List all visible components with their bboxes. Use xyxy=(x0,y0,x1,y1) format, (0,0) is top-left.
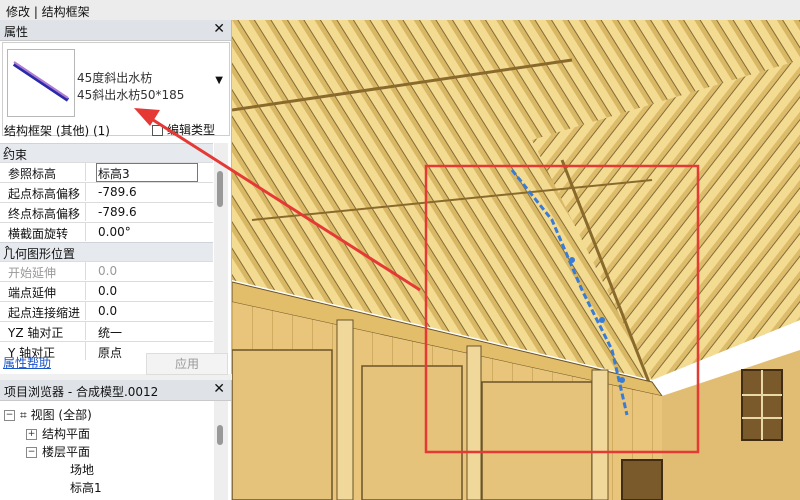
property-key: 终点标高偏移 xyxy=(0,203,86,221)
property-key: 端点延伸 xyxy=(0,282,86,300)
collapse-icon[interactable]: ⌃ xyxy=(3,146,207,157)
property-row[interactable]: 起点连接缩进 0.0 xyxy=(0,301,213,321)
tree-label: 标高1 xyxy=(70,481,102,495)
properties-header: 属性 ✕ xyxy=(0,20,231,41)
project-browser-header: 项目浏览器 - 合成模型.0012 ✕ xyxy=(0,380,231,401)
property-value[interactable]: 原点 xyxy=(98,344,122,361)
edit-type-button[interactable]: 编辑类型 xyxy=(152,121,215,138)
tree-item-views-all[interactable]: − ⌗ 视图 (全部) xyxy=(4,406,92,423)
property-row[interactable]: 端点延伸 0.0 xyxy=(0,281,213,301)
expand-icon[interactable]: + xyxy=(26,429,37,440)
property-value[interactable]: 0.0 xyxy=(98,284,117,298)
property-row[interactable]: YZ 轴对正 统一 xyxy=(0,321,213,341)
beam-preview-icon xyxy=(12,61,70,102)
property-key: 横截面旋转 xyxy=(0,223,86,241)
properties-scrollbar[interactable] xyxy=(214,143,228,375)
property-row[interactable]: 起点标高偏移 -789.6 xyxy=(0,182,213,202)
tree-item-structural-plans[interactable]: + 结构平面 xyxy=(26,425,90,442)
properties-title: 属性 xyxy=(4,25,29,39)
property-value[interactable]: 统一 xyxy=(98,324,122,341)
property-value[interactable]: -789.6 xyxy=(98,185,137,199)
browser-scrollbar[interactable] xyxy=(214,401,228,500)
type-family: 45度斜出水枋 xyxy=(77,71,153,85)
scrollbar-thumb[interactable] xyxy=(217,171,223,207)
collapse-icon[interactable]: − xyxy=(4,410,15,421)
property-value[interactable]: 标高3 xyxy=(98,165,130,182)
property-table: 约束 ⌃ 参照标高 标高3 起点标高偏移 -789.6 终点标高偏移 -789.… xyxy=(0,143,213,361)
property-row[interactable]: 终点标高偏移 -789.6 xyxy=(0,202,213,222)
property-row[interactable]: 参照标高 标高3 xyxy=(0,162,213,182)
tree-item-level1[interactable]: 标高1 xyxy=(70,479,102,496)
tree-label: 场地 xyxy=(70,463,95,477)
properties-help-link[interactable]: 属性帮助 xyxy=(3,354,51,371)
edit-type-icon xyxy=(152,125,163,136)
tree-label: 视图 (全部) xyxy=(30,408,92,422)
property-value[interactable]: 0.0 xyxy=(98,264,117,278)
close-icon[interactable]: ✕ xyxy=(213,21,225,37)
roof-framing-3d-view xyxy=(232,20,800,500)
collapse-icon[interactable]: ⌃ xyxy=(3,245,207,256)
tree-label: 楼层平面 xyxy=(42,445,91,459)
property-key: 起点标高偏移 xyxy=(0,183,86,201)
property-value[interactable]: 0.0 xyxy=(98,304,117,318)
property-value[interactable]: -789.6 xyxy=(98,205,137,219)
context-title-bar: 修改 | 结构框架 xyxy=(0,0,800,21)
close-icon[interactable]: ✕ xyxy=(213,381,225,397)
property-key: 参照标高 xyxy=(0,163,86,181)
edit-type-label: 编辑类型 xyxy=(167,123,216,137)
type-name: 45斜出水枋50*185 xyxy=(77,88,185,102)
context-title: 修改 | 结构框架 xyxy=(6,5,90,19)
views-icon: ⌗ xyxy=(20,408,27,422)
property-key: YZ 轴对正 xyxy=(0,322,86,340)
collapse-icon[interactable]: − xyxy=(26,447,37,458)
property-key: 起点连接缩进 xyxy=(0,302,86,320)
group-constraints[interactable]: 约束 ⌃ xyxy=(0,143,213,162)
chevron-down-icon[interactable]: ⌵ xyxy=(4,122,144,136)
project-browser-title: 项目浏览器 - 合成模型.0012 xyxy=(4,385,159,399)
chevron-down-icon[interactable]: ▼ xyxy=(215,75,223,86)
type-thumbnail xyxy=(7,49,75,117)
tree-item-floor-plans[interactable]: − 楼层平面 xyxy=(26,443,90,460)
tree-item-site[interactable]: 场地 xyxy=(70,461,94,478)
project-browser: 项目浏览器 - 合成模型.0012 ✕ − ⌗ 视图 (全部) + 结构平面 − 楼层… xyxy=(0,380,232,500)
property-value[interactable]: 0.00° xyxy=(98,225,131,239)
group-geometry-position[interactable]: 几何图形位置 ⌃ xyxy=(0,242,213,261)
3d-viewport[interactable] xyxy=(232,20,800,500)
instance-filter-dropdown[interactable]: 结构框架 (其他) (1) ⌵ xyxy=(2,120,146,138)
property-row[interactable]: 开始延伸 0.0 xyxy=(0,261,213,281)
apply-button[interactable]: 应用 xyxy=(146,353,228,375)
tree-label: 结构平面 xyxy=(42,427,91,441)
scrollbar-thumb[interactable] xyxy=(217,425,223,445)
property-row[interactable]: 横截面旋转 0.00° xyxy=(0,222,213,242)
properties-panel: 属性 ✕ 45度斜出水枋 45斜出水枋50*185 ▼ 结构框架 (其他) (1… xyxy=(0,20,232,375)
property-key: 开始延伸 xyxy=(0,262,86,280)
